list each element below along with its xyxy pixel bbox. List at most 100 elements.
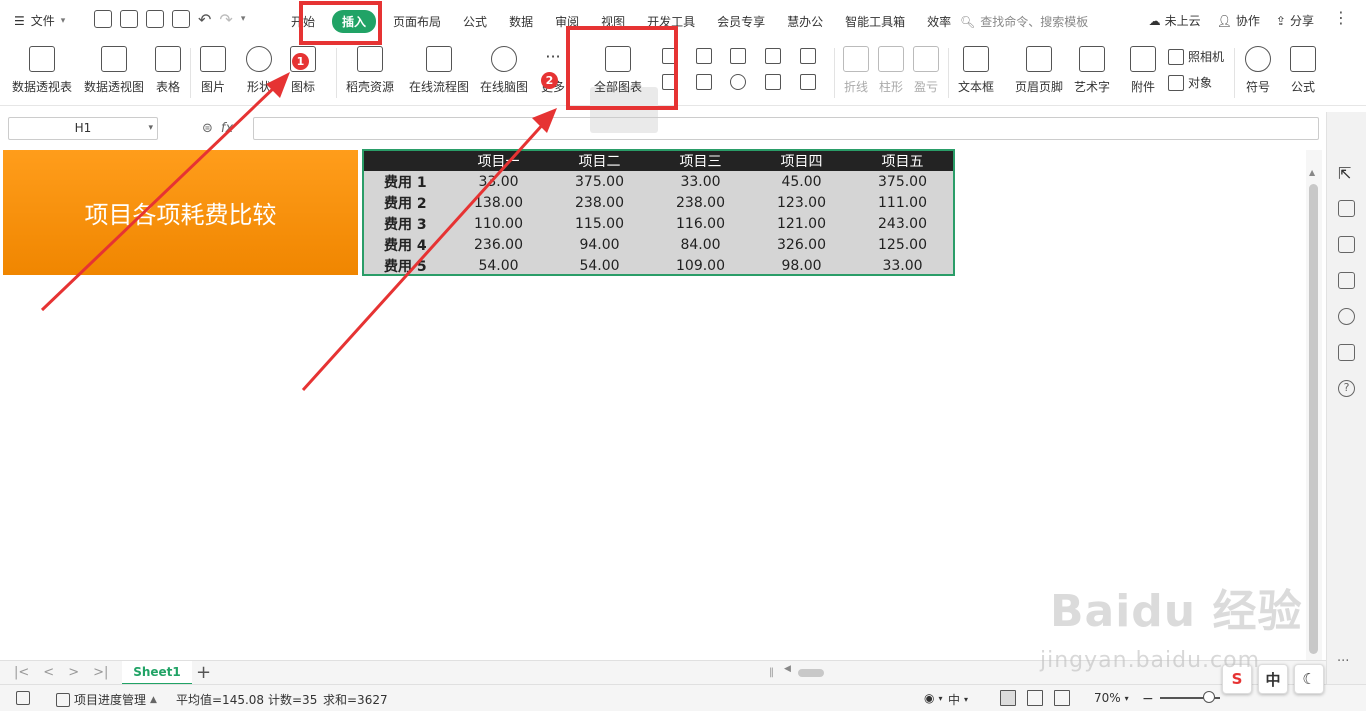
first-sheet-icon[interactable]: |< xyxy=(14,665,29,680)
panel-more-icon[interactable]: ··· xyxy=(1337,654,1349,669)
header-cell[interactable] xyxy=(364,151,448,171)
table-cell[interactable]: 243.00 xyxy=(852,213,953,234)
data-table-range[interactable]: 项目一 项目二 项目三 项目四 项目五 费用 1 33.00 375.00 33… xyxy=(362,149,955,276)
header-footer-button[interactable]: 页眉页脚 xyxy=(1015,46,1063,95)
radar-chart-icon[interactable] xyxy=(765,48,781,64)
share-button[interactable]: ⇪ 分享 xyxy=(1276,12,1314,29)
backup-icon[interactable] xyxy=(1338,272,1355,289)
fx-icon[interactable]: fx xyxy=(221,121,233,136)
table-cell[interactable]: 116.00 xyxy=(650,213,751,234)
input-method-status-icon[interactable]: 中 ▾ xyxy=(948,691,968,708)
eye-protection-icon[interactable]: ◉ ▾ xyxy=(924,691,943,705)
bar-chart-horizontal-icon[interactable] xyxy=(696,48,712,64)
save-icon[interactable] xyxy=(94,10,112,28)
table-cell[interactable]: 111.00 xyxy=(852,192,953,213)
header-cell[interactable]: 项目一 xyxy=(448,151,549,171)
shape-button[interactable]: 形状 xyxy=(246,46,272,95)
tab-formulas[interactable]: 公式 xyxy=(452,13,498,30)
night-mode-icon[interactable]: ☾ xyxy=(1294,664,1324,694)
page-break-view-icon[interactable] xyxy=(1054,690,1070,706)
cloud-status[interactable]: ☁ 未上云 xyxy=(1149,12,1201,29)
page-layout-view-icon[interactable] xyxy=(1027,690,1043,706)
table-cell[interactable]: 115.00 xyxy=(549,213,650,234)
table-cell[interactable]: 375.00 xyxy=(852,171,953,192)
file-menu[interactable]: ☰ 文件 ▾ xyxy=(14,12,65,29)
sparkline-winloss-button[interactable]: 盈亏 xyxy=(913,46,939,95)
print-icon[interactable] xyxy=(146,10,164,28)
tab-efficiency[interactable]: 效率 xyxy=(916,13,962,30)
camera-button[interactable]: 照相机 xyxy=(1168,48,1224,65)
flowchart-button[interactable]: 在线流程图 xyxy=(409,46,469,95)
table-cell[interactable]: 54.00 xyxy=(448,255,549,276)
wordart-button[interactable]: 艺术字 xyxy=(1074,46,1110,95)
tab-huibangong[interactable]: 慧办公 xyxy=(776,13,834,30)
export-pdf-icon[interactable] xyxy=(120,10,138,28)
vertical-scrollbar[interactable]: ▲ xyxy=(1306,150,1322,660)
sheet-tab-sheet1[interactable]: Sheet1 xyxy=(122,661,192,685)
title-cell[interactable]: 项目各项耗费比较 xyxy=(3,150,358,275)
redo-icon[interactable]: ↷ xyxy=(219,10,232,29)
header-cell[interactable]: 项目二 xyxy=(549,151,650,171)
print-preview-icon[interactable] xyxy=(172,10,190,28)
attachment-button[interactable]: 附件 xyxy=(1130,46,1156,95)
table-cell[interactable]: 54.00 xyxy=(549,255,650,276)
zoom-level[interactable]: 70% ▾ xyxy=(1094,691,1129,705)
pivot-chart-button[interactable]: 数据透视图 xyxy=(84,46,144,95)
location-icon[interactable] xyxy=(1338,308,1355,325)
pivot-table-button[interactable]: 数据透视表 xyxy=(12,46,72,95)
add-sheet-icon[interactable]: + xyxy=(196,662,211,683)
table-cell[interactable]: 326.00 xyxy=(751,234,852,255)
table-cell[interactable]: 375.00 xyxy=(549,171,650,192)
zoom-out-icon[interactable]: − xyxy=(1142,691,1154,707)
pie-chart-icon[interactable] xyxy=(730,74,746,90)
name-box[interactable]: H1 ▾ xyxy=(8,117,158,140)
project-status[interactable]: 项目进度管理 ▲ xyxy=(56,691,157,708)
table-cell[interactable]: 125.00 xyxy=(852,234,953,255)
collab-button[interactable]: 👤︎ 协作 xyxy=(1217,12,1260,29)
book-search-icon[interactable] xyxy=(1338,344,1355,361)
symbol-button[interactable]: 符号 xyxy=(1245,46,1271,95)
textbox-button[interactable]: 文本框 xyxy=(958,46,994,95)
table-cell[interactable]: 121.00 xyxy=(751,213,852,234)
header-cell[interactable]: 项目五 xyxy=(852,151,953,171)
line-chart-icon[interactable] xyxy=(730,48,746,64)
formula-input[interactable] xyxy=(253,117,1319,140)
row-label[interactable]: 费用 2 xyxy=(364,192,448,213)
tab-page-layout[interactable]: 页面布局 xyxy=(382,13,452,30)
scroll-left-icon[interactable]: ◀ xyxy=(784,664,791,674)
last-sheet-icon[interactable]: >| xyxy=(93,665,108,680)
table-cell[interactable]: 33.00 xyxy=(448,171,549,192)
more-options-icon[interactable]: ⋮ xyxy=(1333,8,1350,27)
table-button[interactable]: 表格 xyxy=(155,46,181,95)
next-sheet-icon[interactable]: > xyxy=(68,665,79,680)
mindmap-button[interactable]: 在线脑图 xyxy=(480,46,528,95)
row-label[interactable]: 费用 1 xyxy=(364,171,448,192)
undo-icon[interactable]: ↶ xyxy=(198,10,211,29)
table-cell[interactable]: 123.00 xyxy=(751,192,852,213)
scatter-chart-icon[interactable] xyxy=(765,74,781,90)
vertical-scroll-thumb[interactable] xyxy=(1309,184,1318,654)
table-cell[interactable]: 45.00 xyxy=(751,171,852,192)
table-cell[interactable]: 84.00 xyxy=(650,234,751,255)
formula-insert-button[interactable]: 公式 xyxy=(1290,46,1316,95)
combo-chart-icon[interactable] xyxy=(696,74,712,90)
table-cell[interactable]: 238.00 xyxy=(549,192,650,213)
picture-button[interactable]: 图片 xyxy=(200,46,226,95)
normal-view-icon[interactable] xyxy=(1000,690,1016,706)
adjust-settings-icon[interactable] xyxy=(1338,200,1355,217)
row-label[interactable]: 费用 5 xyxy=(364,255,448,276)
help-icon[interactable]: ? xyxy=(1338,380,1355,397)
sparkline-line-button[interactable]: 折线 xyxy=(843,46,869,95)
table-cell[interactable]: 238.00 xyxy=(650,192,751,213)
tab-smart-toolbox[interactable]: 智能工具箱 xyxy=(834,13,916,30)
table-cell[interactable]: 33.00 xyxy=(852,255,953,276)
row-label[interactable]: 费用 3 xyxy=(364,213,448,234)
select-cursor-icon[interactable]: ⇱ xyxy=(1338,166,1355,183)
tab-member[interactable]: 会员专享 xyxy=(706,13,776,30)
table-cell[interactable]: 236.00 xyxy=(448,234,549,255)
scroll-up-icon[interactable]: ▲ xyxy=(1309,168,1315,177)
daoke-button[interactable]: 稻壳资源 xyxy=(346,46,394,95)
table-cell[interactable]: 138.00 xyxy=(448,192,549,213)
sparkline-column-button[interactable]: 柱形 xyxy=(878,46,904,95)
other-chart-icon[interactable] xyxy=(800,74,816,90)
